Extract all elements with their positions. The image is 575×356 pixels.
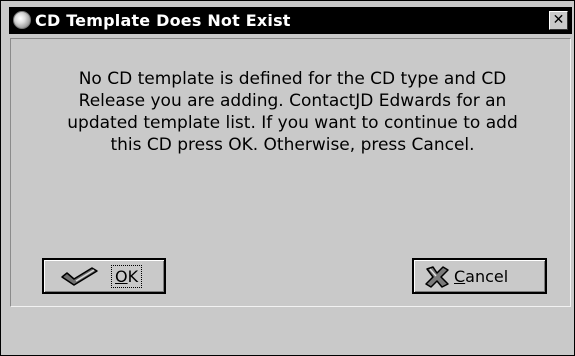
x-icon	[424, 266, 450, 292]
globe-icon	[13, 11, 31, 29]
dialog-window: CD Template Does Not Exist ✕ No CD templ…	[0, 0, 575, 356]
message-line: No CD template is defined for the CD typ…	[78, 69, 507, 89]
close-button[interactable]: ✕	[549, 11, 568, 30]
cancel-button-label: Cancel	[454, 267, 508, 286]
message-line: updated template list. If you want to co…	[67, 113, 518, 133]
message-line: this CD press OK. Otherwise, press Cance…	[110, 135, 475, 155]
title-bar[interactable]: CD Template Does Not Exist ✕	[9, 7, 572, 34]
checkmark-icon	[60, 266, 100, 290]
ok-button-label: OK	[110, 265, 143, 288]
message-line: Release you are adding. ContactJD Edward…	[78, 91, 507, 111]
cancel-mnemonic: C	[454, 267, 466, 286]
window-title: CD Template Does Not Exist	[35, 11, 291, 30]
ok-mnemonic: O	[115, 267, 128, 286]
cancel-button[interactable]: Cancel	[412, 258, 547, 294]
ok-label-rest: K	[127, 267, 139, 286]
ok-button[interactable]: OK	[42, 258, 166, 294]
message-text: No CD template is defined for the CD typ…	[41, 68, 544, 156]
cancel-label-rest: ancel	[465, 267, 509, 286]
